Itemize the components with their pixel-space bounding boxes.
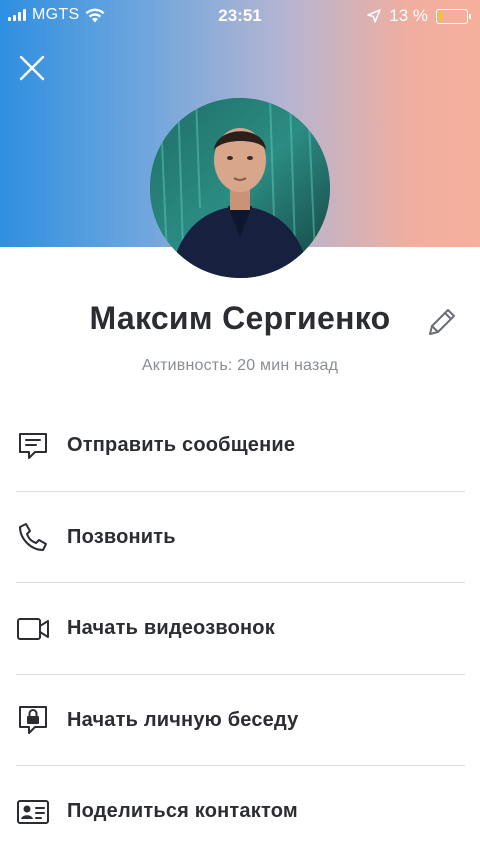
battery-percentage: 13 % (389, 6, 428, 25)
action-label: Поделиться контактом (67, 800, 298, 823)
contact-actions-list: Отправить сообщение Позвонить Начать вид… (0, 400, 480, 852)
contact-card-icon (16, 795, 50, 829)
phone-icon (16, 520, 50, 554)
battery-level-fill (438, 11, 442, 21)
start-private-chat-button[interactable]: Начать личную беседу (0, 675, 480, 766)
video-camera-icon (16, 612, 50, 646)
action-label: Позвонить (67, 525, 176, 548)
pencil-icon (429, 309, 455, 335)
lock-chat-icon (16, 703, 50, 737)
status-bar: MGTS 23:51 13 % (0, 0, 480, 32)
send-message-button[interactable]: Отправить сообщение (0, 400, 480, 492)
battery-icon (436, 8, 471, 24)
action-label: Начать личную беседу (67, 708, 299, 731)
share-contact-button[interactable]: Поделиться контактом (0, 766, 480, 852)
message-icon (16, 429, 50, 463)
location-arrow-icon (367, 9, 381, 23)
avatar[interactable] (150, 98, 330, 278)
status-bar-right: 13 % (367, 6, 471, 26)
last-activity-status: Активность: 20 мин назад (141, 357, 339, 374)
close-icon (19, 55, 45, 81)
action-label: Отправить сообщение (67, 434, 296, 457)
action-label: Начать видеозвонок (67, 617, 275, 640)
profile-name: Максим Сергиенко (89, 300, 391, 336)
profile-name-row: Максим Сергиенко (0, 300, 480, 348)
edit-name-button[interactable] (424, 306, 458, 340)
close-button[interactable] (14, 50, 50, 86)
call-button[interactable]: Позвонить (0, 492, 480, 583)
avatar-photo (150, 98, 330, 278)
start-video-call-button[interactable]: Начать видеозвонок (0, 583, 480, 675)
